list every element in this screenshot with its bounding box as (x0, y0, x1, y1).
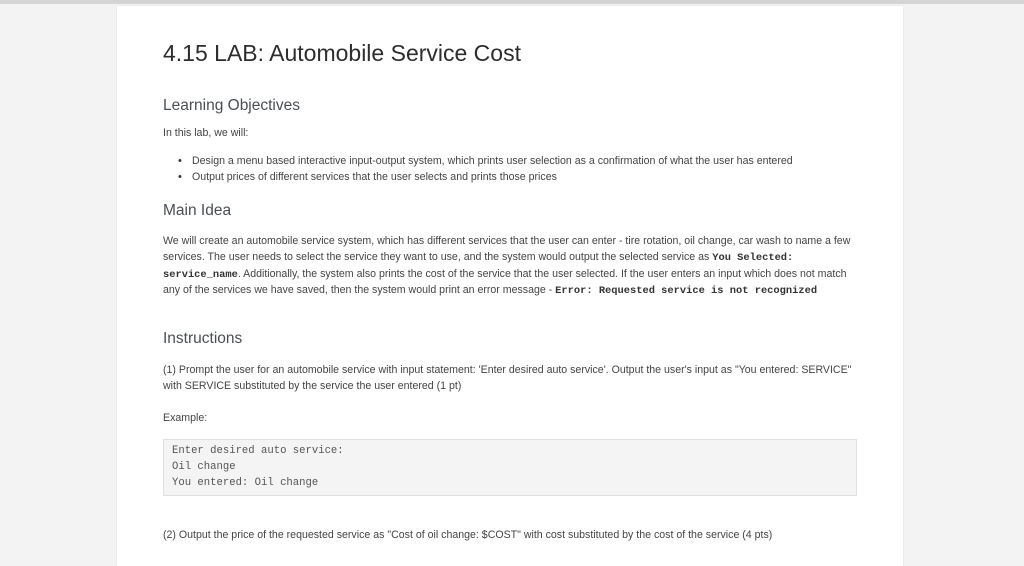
learning-objectives-intro: In this lab, we will: (163, 127, 249, 139)
lab-content-card: 4.15 LAB: Automobile Service Cost Learni… (117, 6, 903, 566)
example-label: Example: (163, 412, 208, 424)
page-title: 4.15 LAB: Automobile Service Cost (163, 40, 521, 66)
code-line: Enter desired auto service: (172, 445, 344, 457)
example-code-block: Enter desired auto service: Oil change Y… (163, 439, 857, 496)
code-line: Oil change (172, 461, 236, 473)
main-idea-heading: Main Idea (163, 202, 232, 219)
objective-item: Output prices of different services that… (163, 170, 863, 186)
code-line: You entered: Oil change (172, 477, 319, 489)
error-message-code: Error: Requested service is not recogniz… (555, 285, 818, 298)
learning-objectives-list: Design a menu based interactive input-ou… (163, 154, 863, 186)
objective-item: Design a menu based interactive input-ou… (163, 154, 863, 170)
top-border (0, 0, 1024, 4)
learning-objectives-heading: Learning Objectives (163, 97, 300, 114)
instruction-step-2: (2) Output the price of the requested se… (163, 529, 773, 541)
instruction-step-1: (1) Prompt the user for an automobile se… (163, 364, 852, 392)
instructions-heading: Instructions (163, 330, 243, 347)
main-idea-paragraph: We will create an automobile service sys… (163, 234, 859, 300)
